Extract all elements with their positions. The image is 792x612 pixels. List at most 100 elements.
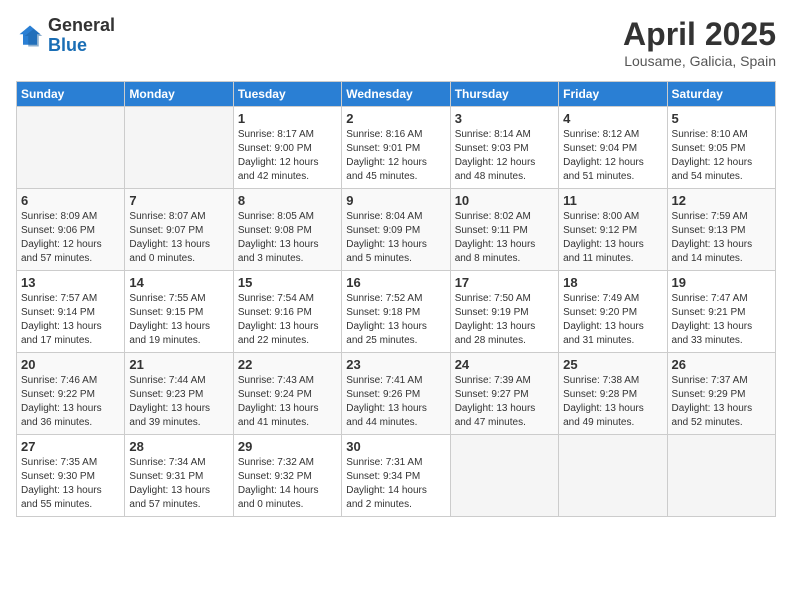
calendar-cell: [667, 435, 775, 517]
day-header-monday: Monday: [125, 82, 233, 107]
calendar-cell: 6Sunrise: 8:09 AMSunset: 9:06 PMDaylight…: [17, 189, 125, 271]
day-number: 16: [346, 275, 445, 290]
day-number: 8: [238, 193, 337, 208]
title-block: April 2025 Lousame, Galicia, Spain: [623, 16, 776, 69]
day-number: 18: [563, 275, 662, 290]
calendar-cell: 9 Sunrise: 8:04 AMSunset: 9:09 PMDaylight…: [342, 189, 450, 271]
day-number: 17: [455, 275, 554, 290]
day-number: 5: [672, 111, 771, 126]
day-number: 14: [129, 275, 228, 290]
calendar-cell: [559, 435, 667, 517]
calendar-cell: 21Sunrise: 7:44 AMSunset: 9:23 PMDayligh…: [125, 353, 233, 435]
calendar-week-4: 20Sunrise: 7:46 AMSunset: 9:22 PMDayligh…: [17, 353, 776, 435]
day-info: Sunrise: 8:02 AMSunset: 9:11 PMDaylight:…: [455, 210, 554, 266]
calendar-header-row: SundayMondayTuesdayWednesdayThursdayFrid…: [17, 82, 776, 107]
day-info: Sunrise: 8:10 AMSunset: 9:05 PMDaylight:…: [672, 128, 771, 184]
day-info: Sunrise: 8:04 AMSunset: 9:09 PMDaylight:…: [346, 210, 445, 266]
day-info: Sunrise: 7:34 AMSunset: 9:31 PMDaylight:…: [129, 456, 228, 512]
day-info: Sunrise: 8:05 AMSunset: 9:08 PMDaylight:…: [238, 210, 337, 266]
day-number: 29: [238, 439, 337, 454]
calendar-cell: 25 Sunrise: 7:38 AMSunset: 9:28 PMDayligh…: [559, 353, 667, 435]
day-number: 19: [672, 275, 771, 290]
logo-text: General Blue: [48, 16, 115, 56]
day-number: 30: [346, 439, 445, 454]
day-number: 15: [238, 275, 337, 290]
calendar-cell: 16 Sunrise: 7:52 AMSunset: 9:18 PMDayligh…: [342, 271, 450, 353]
day-header-sunday: Sunday: [17, 82, 125, 107]
day-info: Sunrise: 7:35 AMSunset: 9:30 PMDaylight:…: [21, 456, 120, 512]
calendar-cell: 30 Sunrise: 7:31 AMSunset: 9:34 PMDayligh…: [342, 435, 450, 517]
calendar-cell: 7Sunrise: 8:07 AMSunset: 9:07 PMDaylight…: [125, 189, 233, 271]
day-info: Sunrise: 7:43 AMSunset: 9:24 PMDaylight:…: [238, 374, 337, 430]
day-number: 3: [455, 111, 554, 126]
day-info: Sunrise: 8:17 AMSunset: 9:00 PMDaylight:…: [238, 128, 337, 184]
calendar-cell: 12Sunrise: 7:59 AMSunset: 9:13 PMDayligh…: [667, 189, 775, 271]
day-info: Sunrise: 8:14 AMSunset: 9:03 PMDaylight:…: [455, 128, 554, 184]
calendar-cell: 28 Sunrise: 7:34 AMSunset: 9:31 PMDayligh…: [125, 435, 233, 517]
calendar-cell: 13Sunrise: 7:57 AMSunset: 9:14 PMDayligh…: [17, 271, 125, 353]
calendar-week-3: 13Sunrise: 7:57 AMSunset: 9:14 PMDayligh…: [17, 271, 776, 353]
logo-general: General: [48, 16, 115, 36]
day-info: Sunrise: 8:12 AMSunset: 9:04 PMDaylight:…: [563, 128, 662, 184]
day-info: Sunrise: 8:00 AMSunset: 9:12 PMDaylight:…: [563, 210, 662, 266]
day-number: 28: [129, 439, 228, 454]
day-info: Sunrise: 7:32 AMSunset: 9:32 PMDaylight:…: [238, 456, 337, 512]
calendar-week-2: 6Sunrise: 8:09 AMSunset: 9:06 PMDaylight…: [17, 189, 776, 271]
day-info: Sunrise: 7:31 AMSunset: 9:34 PMDaylight:…: [346, 456, 445, 512]
day-number: 24: [455, 357, 554, 372]
day-number: 12: [672, 193, 771, 208]
day-number: 13: [21, 275, 120, 290]
calendar-cell: 17 Sunrise: 7:50 AMSunset: 9:19 PMDayligh…: [450, 271, 558, 353]
calendar-cell: 23Sunrise: 7:41 AMSunset: 9:26 PMDayligh…: [342, 353, 450, 435]
day-info: Sunrise: 7:55 AMSunset: 9:15 PMDaylight:…: [129, 292, 228, 348]
day-number: 6: [21, 193, 120, 208]
calendar-cell: 15 Sunrise: 7:54 AMSunset: 9:16 PMDayligh…: [233, 271, 341, 353]
calendar-cell: 14 Sunrise: 7:55 AMSunset: 9:15 PMDayligh…: [125, 271, 233, 353]
day-header-friday: Friday: [559, 82, 667, 107]
calendar-cell: [125, 107, 233, 189]
day-info: Sunrise: 7:38 AMSunset: 9:28 PMDaylight:…: [563, 374, 662, 430]
calendar-cell: [450, 435, 558, 517]
calendar-cell: 19 Sunrise: 7:47 AMSunset: 9:21 PMDayligh…: [667, 271, 775, 353]
month-title: April 2025: [623, 16, 776, 53]
location-title: Lousame, Galicia, Spain: [623, 53, 776, 69]
day-number: 9: [346, 193, 445, 208]
calendar-week-5: 27 Sunrise: 7:35 AMSunset: 9:30 PMDayligh…: [17, 435, 776, 517]
day-number: 26: [672, 357, 771, 372]
day-header-saturday: Saturday: [667, 82, 775, 107]
day-info: Sunrise: 7:37 AMSunset: 9:29 PMDaylight:…: [672, 374, 771, 430]
day-number: 7: [129, 193, 228, 208]
calendar-cell: 11 Sunrise: 8:00 AMSunset: 9:12 PMDayligh…: [559, 189, 667, 271]
calendar-cell: 27 Sunrise: 7:35 AMSunset: 9:30 PMDayligh…: [17, 435, 125, 517]
day-info: Sunrise: 7:52 AMSunset: 9:18 PMDaylight:…: [346, 292, 445, 348]
calendar-cell: 8 Sunrise: 8:05 AMSunset: 9:08 PMDaylight…: [233, 189, 341, 271]
calendar-cell: [17, 107, 125, 189]
calendar-cell: 4 Sunrise: 8:12 AMSunset: 9:04 PMDaylight…: [559, 107, 667, 189]
logo: General Blue: [16, 16, 115, 56]
calendar-cell: 2Sunrise: 8:16 AMSunset: 9:01 PMDaylight…: [342, 107, 450, 189]
day-number: 23: [346, 357, 445, 372]
day-number: 11: [563, 193, 662, 208]
day-number: 4: [563, 111, 662, 126]
day-info: Sunrise: 7:47 AMSunset: 9:21 PMDaylight:…: [672, 292, 771, 348]
calendar-week-1: 1 Sunrise: 8:17 AMSunset: 9:00 PMDaylight…: [17, 107, 776, 189]
day-info: Sunrise: 7:54 AMSunset: 9:16 PMDaylight:…: [238, 292, 337, 348]
calendar-cell: 1 Sunrise: 8:17 AMSunset: 9:00 PMDaylight…: [233, 107, 341, 189]
day-number: 27: [21, 439, 120, 454]
day-number: 25: [563, 357, 662, 372]
day-info: Sunrise: 7:50 AMSunset: 9:19 PMDaylight:…: [455, 292, 554, 348]
calendar-body: 1 Sunrise: 8:17 AMSunset: 9:00 PMDaylight…: [17, 107, 776, 517]
calendar-cell: 5 Sunrise: 8:10 AMSunset: 9:05 PMDaylight…: [667, 107, 775, 189]
day-number: 21: [129, 357, 228, 372]
day-header-tuesday: Tuesday: [233, 82, 341, 107]
calendar-cell: 22Sunrise: 7:43 AMSunset: 9:24 PMDayligh…: [233, 353, 341, 435]
calendar-cell: 24Sunrise: 7:39 AMSunset: 9:27 PMDayligh…: [450, 353, 558, 435]
day-header-thursday: Thursday: [450, 82, 558, 107]
calendar-cell: 10Sunrise: 8:02 AMSunset: 9:11 PMDayligh…: [450, 189, 558, 271]
day-header-wednesday: Wednesday: [342, 82, 450, 107]
day-info: Sunrise: 7:49 AMSunset: 9:20 PMDaylight:…: [563, 292, 662, 348]
day-number: 2: [346, 111, 445, 126]
calendar-cell: 26 Sunrise: 7:37 AMSunset: 9:29 PMDayligh…: [667, 353, 775, 435]
logo-blue: Blue: [48, 36, 115, 56]
day-number: 1: [238, 111, 337, 126]
